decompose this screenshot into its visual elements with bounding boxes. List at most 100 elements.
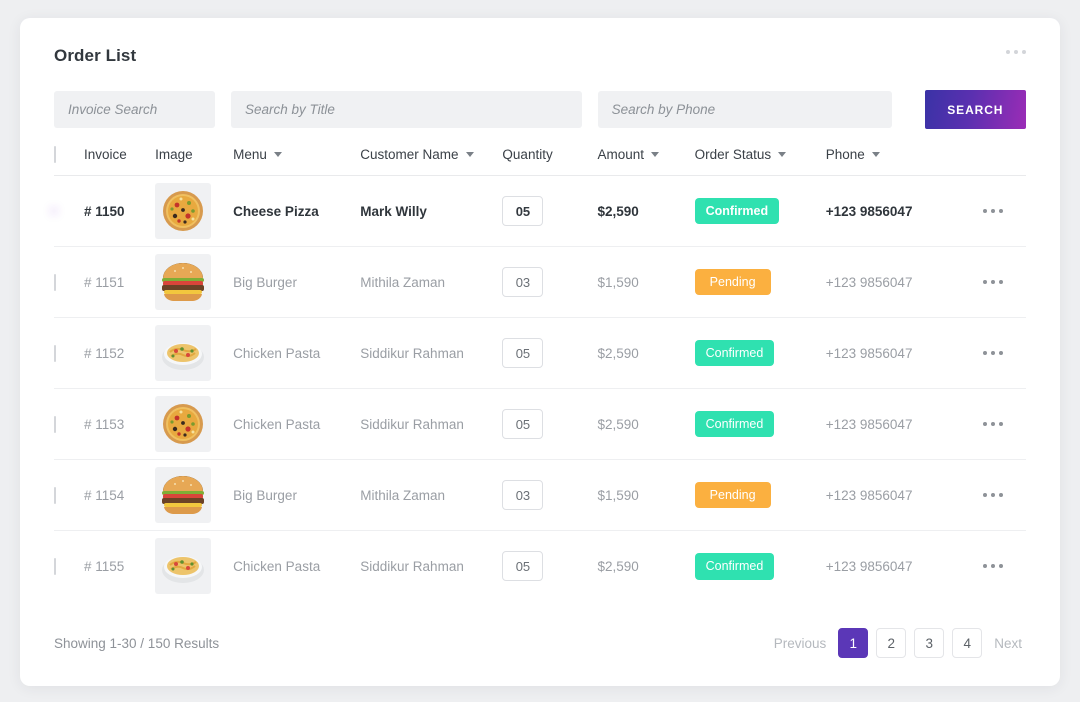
header-quantity-label: Quantity [502, 147, 553, 162]
card-header: Order List [20, 18, 1060, 80]
pagination-next[interactable]: Next [990, 636, 1026, 651]
header-invoice[interactable]: Invoice [84, 147, 155, 176]
header-customer-name-label: Customer Name [360, 147, 459, 162]
row-more-horizontal-icon[interactable] [981, 416, 1026, 432]
table-body: # 1150 Cheese Pizza Mark Willy $2,590 [54, 176, 1026, 602]
cell-phone: +123 9856047 [825, 203, 913, 219]
food-thumbnail-pasta-bowl [155, 325, 212, 381]
title-search-input[interactable] [231, 91, 582, 128]
select-all-checkbox[interactable] [54, 146, 56, 163]
row-select-cell [54, 176, 84, 247]
table-row[interactable]: # 1150 Cheese Pizza Mark Willy $2,590 [54, 176, 1026, 247]
cell-order-status: Confirmed [694, 176, 826, 247]
cell-customer-name: Siddikur Rahman [360, 558, 464, 574]
header-customer-name[interactable]: Customer Name [360, 147, 502, 176]
cell-order-status: Confirmed [694, 531, 826, 602]
header-quantity[interactable]: Quantity [502, 147, 597, 176]
row-checkbox[interactable] [54, 486, 56, 504]
cell-image [155, 176, 233, 247]
food-thumbnail-burger [155, 467, 212, 523]
select-all-header [54, 146, 84, 176]
cell-customer-name: Siddikur Rahman [360, 416, 464, 432]
status-badge: Confirmed [694, 410, 775, 438]
search-button[interactable]: SEARCH [924, 90, 1026, 129]
cell-invoice: # 1151 [84, 274, 125, 290]
invoice-search-input[interactable] [54, 91, 215, 128]
header-amount-label: Amount [597, 147, 645, 162]
table-row[interactable]: # 1154 Big Burger Mithila Zaman $1,590 P… [54, 460, 1026, 531]
row-select-cell [54, 531, 84, 602]
quantity-input[interactable] [502, 480, 544, 510]
chevron-down-icon [273, 152, 282, 157]
cell-invoice: # 1153 [84, 416, 125, 432]
header-order-status[interactable]: Order Status [695, 147, 826, 176]
status-badge: Confirmed [694, 339, 775, 367]
showing-results-label: Showing 1-30 / 150 Results [54, 635, 220, 651]
pagination-page-4[interactable]: 4 [952, 628, 983, 658]
header-actions [981, 147, 1026, 176]
row-checkbox[interactable] [54, 344, 56, 362]
cell-invoice: # 1150 [84, 203, 125, 219]
quantity-input[interactable] [502, 551, 544, 582]
table-row[interactable]: # 1151 Big Burger Mithila Zaman $1,590 P… [54, 247, 1026, 318]
cell-quantity [502, 247, 597, 318]
quantity-input[interactable] [502, 409, 544, 439]
cell-amount: $2,590 [597, 416, 639, 432]
pagination-page-1[interactable]: 1 [838, 628, 869, 658]
pagination: Previous 1234 Next [770, 628, 1026, 658]
header-phone-label: Phone [825, 147, 865, 162]
cell-phone: +123 9856047 [825, 416, 913, 432]
cell-amount: $2,590 [597, 558, 639, 574]
header-menu[interactable]: Menu [233, 147, 360, 176]
row-more-horizontal-icon[interactable] [981, 345, 1026, 361]
pagination-previous[interactable]: Previous [770, 636, 831, 651]
header-phone[interactable]: Phone [826, 147, 981, 176]
table-row[interactable]: # 1153 Chicken Pasta Siddikur Rahman $2,… [54, 389, 1026, 460]
search-toolbar: SEARCH [20, 90, 1060, 129]
cell-order-status: Confirmed [694, 389, 826, 460]
row-select-cell [54, 247, 84, 318]
cell-image [155, 389, 233, 460]
food-thumbnail-burger [155, 254, 212, 310]
cell-phone: +123 9856047 [825, 274, 913, 290]
row-checkbox[interactable] [54, 415, 56, 433]
header-image[interactable]: Image [155, 147, 233, 176]
row-more-horizontal-icon[interactable] [981, 558, 1026, 574]
row-checkbox[interactable] [54, 557, 56, 575]
row-select-cell [54, 318, 84, 389]
header-image-label: Image [155, 147, 193, 162]
cell-menu: Big Burger [233, 274, 297, 290]
cell-amount: $2,590 [597, 203, 639, 219]
row-checkbox[interactable] [54, 273, 56, 291]
cell-menu: Chicken Pasta [233, 558, 321, 574]
more-horizontal-icon[interactable] [1002, 46, 1030, 58]
phone-search-input[interactable] [597, 91, 892, 128]
cell-actions [981, 531, 1026, 602]
table-row[interactable]: # 1155 Chicken Pasta Siddikur Rahman $2,… [54, 531, 1026, 602]
cell-customer-name: Mithila Zaman [360, 274, 446, 290]
pagination-page-3[interactable]: 3 [914, 628, 945, 658]
order-list-card: Order List SEARCH Invoice Image Menu Cus… [20, 18, 1060, 686]
cell-quantity [502, 531, 597, 602]
cell-customer-name: Siddikur Rahman [360, 345, 464, 361]
table-head: Invoice Image Menu Customer Name Quantit… [54, 146, 1026, 176]
food-thumbnail-pasta-bowl [155, 538, 212, 595]
pagination-pages: 1234 [838, 628, 983, 658]
row-more-horizontal-icon[interactable] [981, 203, 1026, 219]
cell-menu: Cheese Pizza [233, 203, 319, 219]
row-select-cell [54, 460, 84, 531]
chevron-down-icon [465, 152, 474, 157]
header-amount[interactable]: Amount [598, 147, 695, 176]
cell-invoice: # 1152 [84, 345, 125, 361]
quantity-input[interactable] [502, 267, 544, 297]
header-menu-label: Menu [233, 147, 267, 162]
pagination-page-2[interactable]: 2 [876, 628, 907, 658]
status-badge: Confirmed [694, 197, 780, 225]
table-row[interactable]: # 1152 Chicken Pasta Siddikur Rahman $2,… [54, 318, 1026, 389]
cell-order-status: Confirmed [694, 318, 826, 389]
cell-amount: $1,590 [597, 487, 639, 503]
quantity-input[interactable] [502, 196, 544, 226]
quantity-input[interactable] [502, 338, 544, 368]
row-more-horizontal-icon[interactable] [981, 487, 1026, 503]
row-more-horizontal-icon[interactable] [981, 274, 1026, 290]
